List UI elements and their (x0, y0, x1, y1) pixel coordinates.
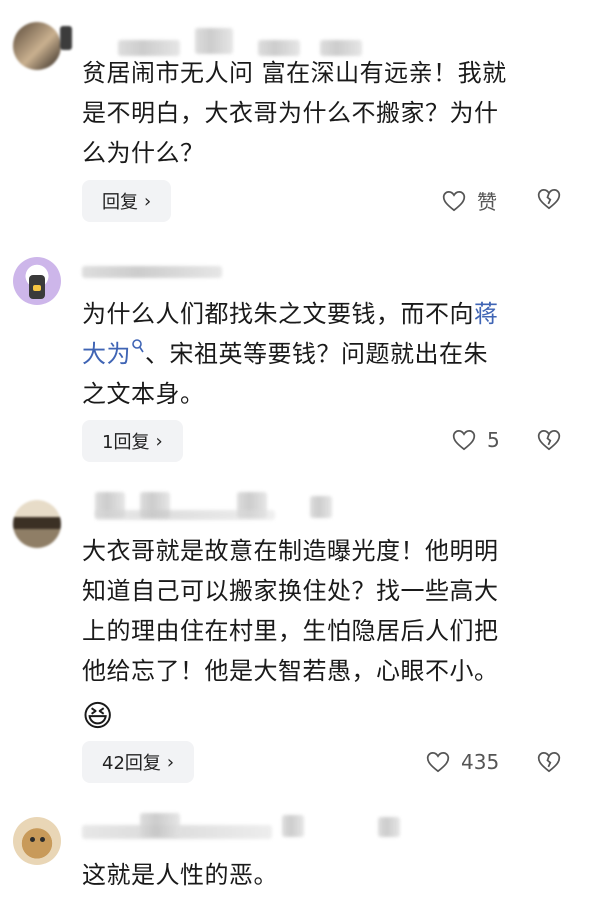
heart-icon (452, 430, 476, 451)
reply-button[interactable]: 42回复 › (82, 741, 195, 783)
reply-button[interactable]: 回复 › (82, 180, 172, 222)
avatar[interactable] (13, 817, 61, 865)
like-button[interactable]: 435 (425, 749, 499, 775)
comment-3: 大衣哥就是故意在制造曝光度！他明明 知道自己可以搬家换住处？找一些高大 上的理由… (0, 480, 600, 795)
emoji: 😆 (82, 699, 114, 734)
avatar-figure-detail (33, 285, 41, 291)
comment-text: 为什么人们都找朱之文要钱，而不向蒋 大为 、宋祖英等要钱？问题就出在朱 之文本身。 (82, 300, 499, 408)
username-blurred (82, 266, 222, 278)
heart-icon (442, 190, 466, 211)
hashtag-link[interactable]: 大为 (82, 340, 131, 368)
username-blurred (310, 496, 332, 518)
heart-icon (426, 752, 450, 773)
username-blurred (60, 26, 72, 50)
search-icon[interactable] (131, 338, 145, 354)
username-blurred (282, 815, 304, 837)
chevron-right-icon: › (155, 430, 163, 452)
comment-text: 贫居闹市无人问 富在深山有远亲！我就 是不明白，大衣哥为什么不搬家？为什 么为什… (82, 59, 507, 167)
comment-1: 贫居闹市无人问 富在深山有远亲！我就 是不明白，大衣哥为什么不搬家？为什 么为什… (0, 0, 600, 230)
avatar-figure (40, 837, 45, 842)
chevron-right-icon: › (166, 751, 175, 773)
like-button[interactable]: 赞 (441, 186, 497, 215)
dislike-button[interactable] (536, 427, 562, 457)
comment-text: 这就是人性的恶。 (82, 861, 278, 889)
username-blurred (140, 813, 180, 837)
username-blurred (95, 510, 275, 520)
username-blurred (378, 817, 400, 837)
avatar[interactable] (13, 500, 61, 548)
comment-2: 为什么人们都找朱之文要钱，而不向蒋 大为 、宋祖英等要钱？问题就出在朱 之文本身。… (0, 230, 600, 480)
like-button[interactable]: 5 (451, 427, 500, 453)
comment-4: 这就是人性的恶。 (0, 795, 600, 909)
chevron-right-icon: › (144, 190, 152, 212)
dislike-button[interactable] (536, 186, 562, 216)
dislike-button[interactable] (536, 749, 562, 779)
reply-button[interactable]: 1回复 › (82, 420, 183, 462)
avatar[interactable] (13, 257, 61, 305)
avatar-figure (30, 837, 35, 842)
comment-text: 大衣哥就是故意在制造曝光度！他明明 知道自己可以搬家换住处？找一些高大 上的理由… (82, 531, 562, 741)
hashtag-link[interactable]: 蒋 (474, 300, 499, 328)
avatar[interactable] (13, 22, 61, 70)
broken-heart-icon (537, 752, 561, 773)
username-blurred (195, 28, 233, 54)
broken-heart-icon (537, 189, 561, 210)
broken-heart-icon (537, 430, 561, 451)
